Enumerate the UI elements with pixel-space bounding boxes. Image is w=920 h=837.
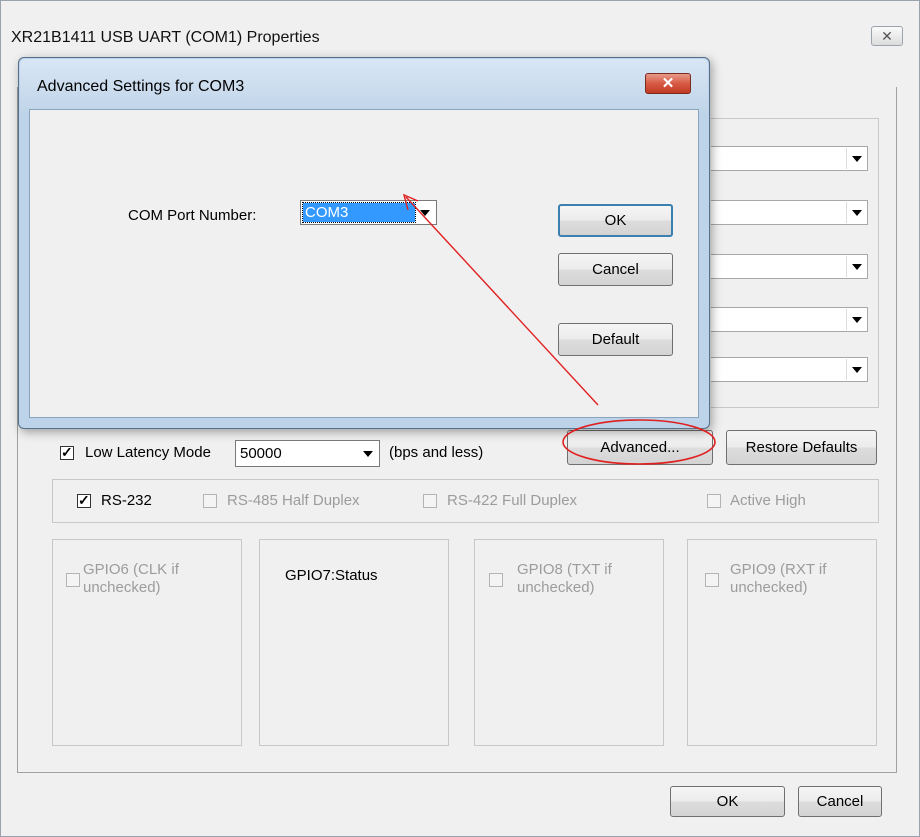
advanced-dialog-title: Advanced Settings for COM3 xyxy=(37,78,245,95)
rs485-label: RS-485 Half Duplex xyxy=(227,492,360,509)
chevron-down-icon[interactable] xyxy=(846,359,866,380)
chevron-down-icon[interactable] xyxy=(416,202,435,223)
cancel-button[interactable]: Cancel xyxy=(798,786,882,817)
active-high-label: Active High xyxy=(730,492,806,509)
advanced-dialog-content: COM Port Number: COM3 OK Cancel Default xyxy=(29,109,699,418)
low-latency-checkbox[interactable]: ✓ xyxy=(60,444,74,460)
chevron-down-icon[interactable] xyxy=(846,148,866,169)
gpio6-checkbox[interactable] xyxy=(66,573,80,587)
com-port-number-label: COM Port Number: xyxy=(128,207,257,224)
advanced-settings-dialog: Advanced Settings for COM3 ✕ COM Port Nu… xyxy=(18,57,710,429)
low-latency-label: Low Latency Mode xyxy=(85,444,211,461)
low-latency-dropdown[interactable]: 50000 xyxy=(235,440,380,467)
low-latency-value: 50000 xyxy=(240,445,282,462)
chevron-down-icon[interactable] xyxy=(358,442,378,465)
gpio7-status-label: GPIO7:Status xyxy=(285,567,378,584)
properties-window-title: XR21B1411 USB UART (COM1) Properties xyxy=(11,29,320,46)
checkmark-icon: ✓ xyxy=(78,492,90,508)
low-latency-suffix: (bps and less) xyxy=(389,444,484,461)
gpio6-label-line2: unchecked) xyxy=(83,579,161,596)
gpio9-label-line2: unchecked) xyxy=(730,579,808,596)
port-setting-dropdown-1[interactable] xyxy=(711,146,868,171)
gpio9-checkbox[interactable] xyxy=(705,573,719,587)
checkmark-icon: ✓ xyxy=(61,444,73,460)
advanced-ok-button[interactable]: OK xyxy=(558,204,673,237)
properties-close-button[interactable]: ✕ xyxy=(871,26,903,46)
rs485-checkbox[interactable] xyxy=(203,494,217,508)
rs422-label: RS-422 Full Duplex xyxy=(447,492,578,509)
rs232-checkbox[interactable]: ✓ xyxy=(77,492,91,508)
chevron-down-icon[interactable] xyxy=(846,256,866,277)
gpio9-label-line1: GPIO9 (RXT if xyxy=(730,561,827,578)
active-high-checkbox[interactable] xyxy=(707,494,721,508)
com-port-number-dropdown[interactable]: COM3 xyxy=(300,200,437,225)
gpio8-label-line2: unchecked) xyxy=(517,579,595,596)
gpio6-label-line1: GPIO6 (CLK if xyxy=(83,561,179,578)
gpio8-label-line1: GPIO8 (TXT if xyxy=(517,561,612,578)
com-port-number-value: COM3 xyxy=(302,202,416,223)
port-setting-dropdown-2[interactable] xyxy=(711,200,868,225)
port-setting-dropdown-3[interactable] xyxy=(711,254,868,279)
chevron-down-icon[interactable] xyxy=(846,309,866,330)
gpio8-checkbox[interactable] xyxy=(489,573,503,587)
advanced-dialog-close-button[interactable]: ✕ xyxy=(645,73,691,94)
ok-button[interactable]: OK xyxy=(670,786,785,817)
rs422-checkbox[interactable] xyxy=(423,494,437,508)
rs232-label: RS-232 xyxy=(101,492,152,509)
advanced-default-button[interactable]: Default xyxy=(558,323,673,356)
advanced-button[interactable]: Advanced... xyxy=(567,430,713,465)
advanced-cancel-button[interactable]: Cancel xyxy=(558,253,673,286)
chevron-down-icon[interactable] xyxy=(846,202,866,223)
port-setting-dropdown-5[interactable] xyxy=(711,357,868,382)
restore-defaults-button[interactable]: Restore Defaults xyxy=(726,430,877,465)
port-setting-dropdown-4[interactable] xyxy=(711,307,868,332)
